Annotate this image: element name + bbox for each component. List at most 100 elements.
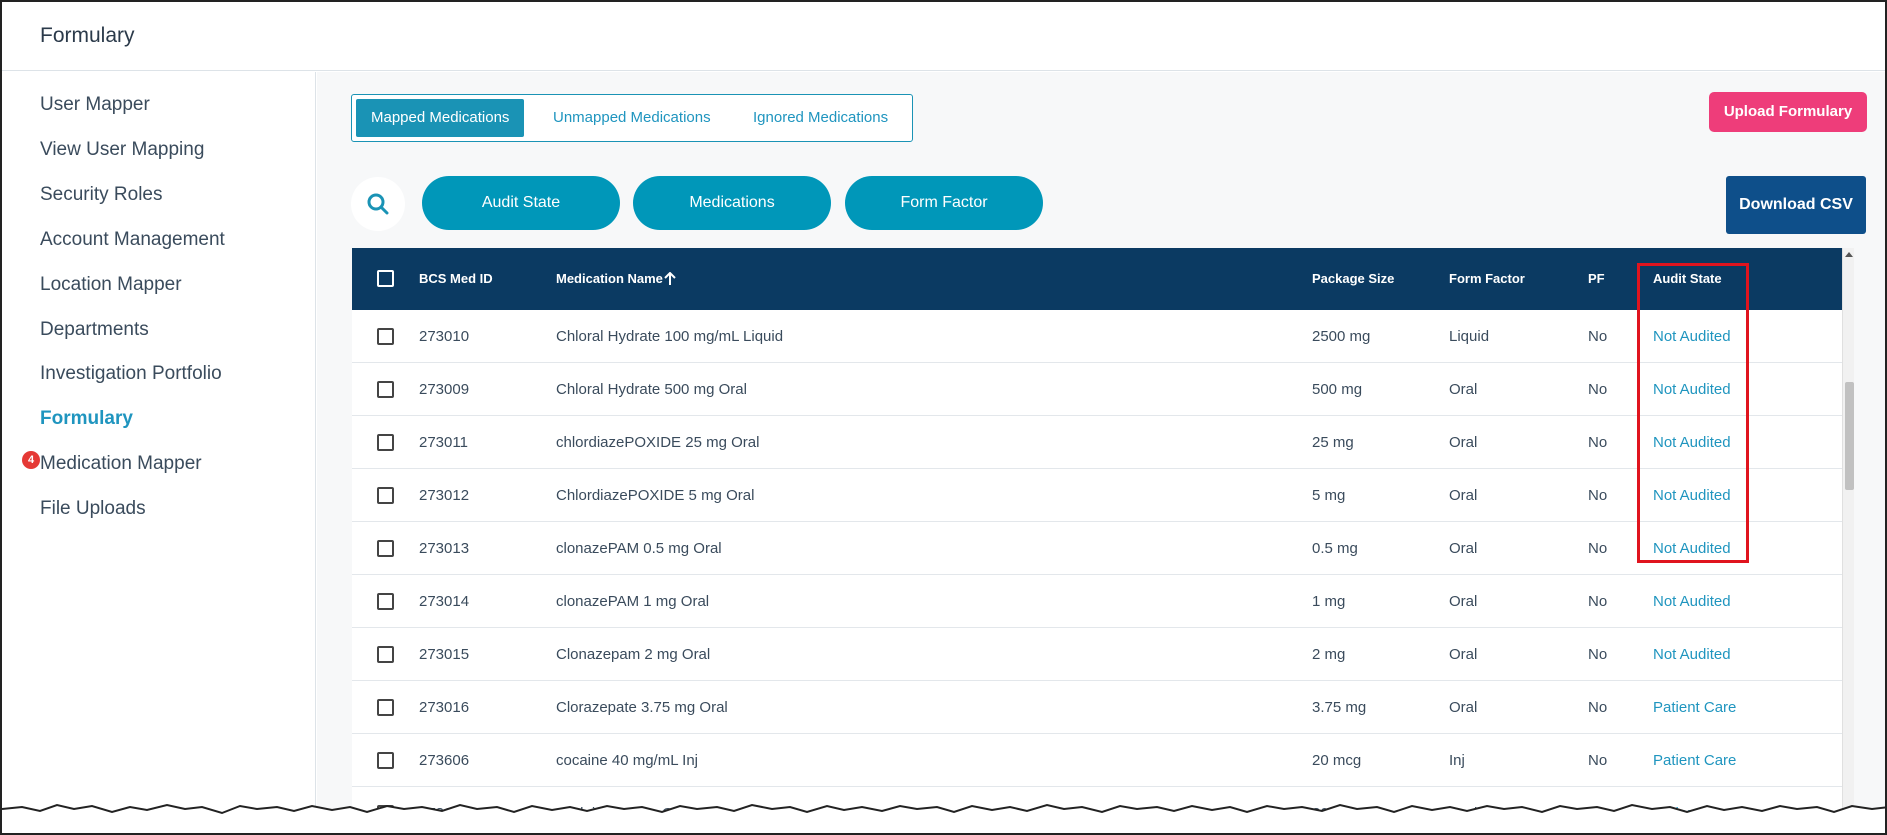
med-id-cell: 273016 bbox=[419, 699, 470, 716]
medication-name-cell: Clonazepam 2 mg Oral bbox=[556, 646, 711, 663]
med-id-cell: 273013 bbox=[419, 540, 470, 557]
sidebar-item-formulary[interactable]: Formulary bbox=[40, 408, 133, 430]
pf-cell: No bbox=[1588, 381, 1608, 398]
table-scrollbar[interactable] bbox=[1842, 248, 1854, 833]
sidebar-item-departments[interactable]: Departments bbox=[40, 319, 149, 341]
page-title: Formulary bbox=[40, 24, 135, 47]
column-header-med-id[interactable]: BCS Med ID bbox=[419, 248, 493, 310]
audit-state-link[interactable]: Not Audited bbox=[1653, 469, 1731, 522]
medication-name-cell: cocaine 40 mg/mL Inj bbox=[556, 752, 699, 769]
notification-badge: 4 bbox=[22, 451, 40, 469]
download-csv-button[interactable]: Download CSV bbox=[1726, 176, 1866, 234]
table-row[interactable]: 273014 clonazePAM 1 mg Oral 1 mg Oral No… bbox=[352, 575, 1842, 628]
form-factor-cell: Inj bbox=[1449, 752, 1465, 769]
row-checkbox[interactable] bbox=[377, 593, 394, 610]
sidebar-item-medication-mapper[interactable]: Medication Mapper bbox=[40, 453, 202, 475]
audit-state-link[interactable]: Not Audited bbox=[1653, 575, 1731, 628]
package-size-cell: 5 mg bbox=[1312, 487, 1346, 504]
sidebar-item-view-user-mapping[interactable]: View User Mapping bbox=[40, 139, 204, 161]
audit-state-link[interactable]: Patient Care bbox=[1653, 734, 1736, 787]
column-header-pf[interactable]: PF bbox=[1588, 248, 1605, 310]
package-size-cell: 0.5 mg bbox=[1312, 540, 1358, 557]
med-id-cell: 273015 bbox=[419, 646, 470, 663]
table-header: BCS Med ID Medication Name Package Size … bbox=[352, 248, 1842, 310]
pf-cell: No bbox=[1588, 699, 1608, 716]
sidebar-item-security-roles[interactable]: Security Roles bbox=[40, 184, 163, 206]
sort-ascending-icon[interactable] bbox=[664, 272, 676, 286]
pf-cell: No bbox=[1588, 593, 1608, 610]
audit-state-link[interactable]: Patient Care bbox=[1653, 681, 1736, 734]
column-header-package-size[interactable]: Package Size bbox=[1312, 248, 1394, 310]
table-row[interactable]: 273012 ChlordiazePOXIDE 5 mg Oral 5 mg O… bbox=[352, 469, 1842, 522]
pf-cell: No bbox=[1588, 487, 1608, 504]
form-factor-cell: Oral bbox=[1449, 434, 1478, 451]
table-row[interactable]: 273009 Chloral Hydrate 500 mg Oral 500 m… bbox=[352, 363, 1842, 416]
audit-state-link[interactable]: Not Audited bbox=[1653, 522, 1731, 575]
search-button[interactable] bbox=[351, 177, 405, 231]
row-checkbox[interactable] bbox=[377, 752, 394, 769]
scroll-thumb[interactable] bbox=[1845, 382, 1854, 490]
medication-name-cell: Chloral Hydrate 100 mg/mL Liquid bbox=[556, 328, 784, 345]
row-checkbox[interactable] bbox=[377, 381, 394, 398]
audit-state-filter-button[interactable]: Audit State bbox=[422, 176, 620, 230]
audit-state-link[interactable]: Not Audited bbox=[1653, 416, 1731, 469]
form-factor-cell: Oral bbox=[1449, 699, 1478, 716]
sidebar-item-location-mapper[interactable]: Location Mapper bbox=[40, 274, 182, 296]
form-factor-cell: Oral bbox=[1449, 646, 1478, 663]
package-size-cell: 2500 mg bbox=[1312, 328, 1371, 345]
medication-name-cell: Clorazepate 3.75 mg Oral bbox=[556, 699, 728, 716]
tab-ignored-medications[interactable]: Ignored Medications bbox=[738, 99, 903, 137]
audit-state-link[interactable]: Not Audited bbox=[1653, 363, 1731, 416]
med-id-cell: 273012 bbox=[419, 487, 470, 504]
pf-cell: No bbox=[1588, 540, 1608, 557]
med-id-cell: 273009 bbox=[419, 381, 470, 398]
package-size-cell: 20 mcg bbox=[1312, 752, 1362, 769]
form-factor-cell: Liquid bbox=[1449, 328, 1490, 345]
row-checkbox[interactable] bbox=[377, 487, 394, 504]
top-bar: Formulary bbox=[2, 2, 1885, 71]
table-row[interactable]: 273015 Clonazepam 2 mg Oral 2 mg Oral No… bbox=[352, 628, 1842, 681]
form-factor-cell: Oral bbox=[1449, 381, 1478, 398]
search-icon bbox=[367, 193, 389, 215]
audit-state-link[interactable]: Not Audited bbox=[1653, 310, 1731, 363]
medication-name-cell: clonazePAM 1 mg Oral bbox=[556, 593, 710, 610]
sidebar-item-investigation-portfolio[interactable]: Investigation Portfolio bbox=[40, 363, 222, 385]
med-id-cell: 273606 bbox=[419, 752, 470, 769]
form-factor-filter-button[interactable]: Form Factor bbox=[845, 176, 1043, 230]
row-checkbox[interactable] bbox=[377, 646, 394, 663]
package-size-cell: 2 mg bbox=[1312, 646, 1346, 663]
column-header-medication-name[interactable]: Medication Name bbox=[556, 248, 663, 310]
table-row[interactable]: 273011 chlordiazePOXIDE 25 mg Oral 25 mg… bbox=[352, 416, 1842, 469]
row-checkbox[interactable] bbox=[377, 434, 394, 451]
upload-formulary-button[interactable]: Upload Formulary bbox=[1709, 92, 1867, 132]
medication-name-cell: ChlordiazePOXIDE 5 mg Oral bbox=[556, 487, 755, 504]
package-size-cell: 1 mg bbox=[1312, 593, 1346, 610]
sidebar-item-file-uploads[interactable]: File Uploads bbox=[40, 498, 146, 520]
medications-table: BCS Med ID Medication Name Package Size … bbox=[352, 248, 1854, 833]
pf-cell: No bbox=[1588, 646, 1608, 663]
audit-state-link[interactable]: Not Audited bbox=[1653, 628, 1731, 681]
column-header-audit-state[interactable]: Audit State bbox=[1653, 248, 1722, 310]
table-row[interactable]: 273013 clonazePAM 0.5 mg Oral 0.5 mg Ora… bbox=[352, 522, 1842, 575]
row-checkbox[interactable] bbox=[377, 328, 394, 345]
med-id-cell: 273014 bbox=[419, 593, 470, 610]
medications-filter-button[interactable]: Medications bbox=[633, 176, 831, 230]
row-checkbox[interactable] bbox=[377, 540, 394, 557]
table-row[interactable]: 273606 cocaine 40 mg/mL Inj 20 mcg Inj N… bbox=[352, 734, 1842, 787]
tab-mapped-medications[interactable]: Mapped Medications bbox=[356, 99, 525, 137]
medication-name-cell: clonazePAM 0.5 mg Oral bbox=[556, 540, 722, 557]
column-header-form-factor[interactable]: Form Factor bbox=[1449, 248, 1525, 310]
scroll-up-icon[interactable] bbox=[1845, 252, 1853, 257]
medication-tabs: Mapped Medications Unmapped Medications … bbox=[351, 94, 913, 142]
select-all-checkbox[interactable] bbox=[377, 270, 394, 287]
row-checkbox[interactable] bbox=[377, 699, 394, 716]
sidebar-item-user-mapper[interactable]: User Mapper bbox=[40, 94, 150, 116]
table-row[interactable]: 273016 Clorazepate 3.75 mg Oral 3.75 mg … bbox=[352, 681, 1842, 734]
form-factor-cell: Oral bbox=[1449, 487, 1478, 504]
pf-cell: No bbox=[1588, 328, 1608, 345]
table-row[interactable]: 273010 Chloral Hydrate 100 mg/mL Liquid … bbox=[352, 310, 1842, 363]
medication-name-cell: Chloral Hydrate 500 mg Oral bbox=[556, 381, 747, 398]
tab-unmapped-medications[interactable]: Unmapped Medications bbox=[538, 99, 726, 137]
sidebar-item-account-management[interactable]: Account Management bbox=[40, 229, 225, 251]
torn-edge bbox=[2, 803, 1885, 833]
